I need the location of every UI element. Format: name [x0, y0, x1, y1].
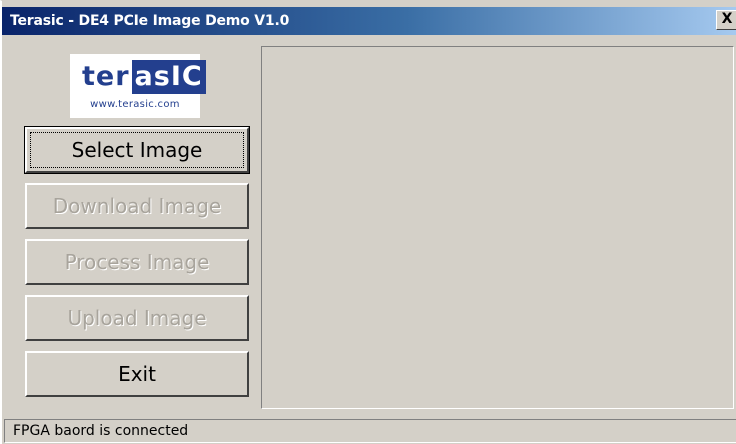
process-image-button[interactable]: Process Image	[25, 239, 249, 285]
process-image-label: Process Image	[64, 250, 210, 274]
status-bar: FPGA baord is connected	[4, 419, 736, 443]
select-image-button[interactable]: Select Image	[24, 126, 250, 174]
exit-label: Exit	[118, 362, 156, 386]
app-window: Terasic - DE4 PCIe Image Demo V1.0 X ter…	[0, 0, 736, 444]
exit-button[interactable]: Exit	[25, 351, 249, 397]
window-title: Terasic - DE4 PCIe Image Demo V1.0	[10, 13, 290, 29]
select-image-label: Select Image	[71, 138, 203, 162]
upload-image-label: Upload Image	[67, 306, 207, 330]
status-text: FPGA baord is connected	[13, 423, 189, 439]
logo-text-asic: asIC	[131, 60, 206, 94]
close-button[interactable]: X	[716, 10, 736, 30]
upload-image-button[interactable]: Upload Image	[25, 295, 249, 341]
logo-url: www.terasic.com	[90, 99, 180, 110]
download-image-label: Download Image	[52, 194, 222, 218]
image-preview-panel	[261, 46, 734, 409]
logo-text-ter: ter	[82, 61, 130, 92]
terasic-logo: ter asIC www.terasic.com	[70, 54, 206, 118]
logo-wordmark: ter asIC	[82, 60, 206, 94]
download-image-button[interactable]: Download Image	[25, 183, 249, 229]
title-bar[interactable]: Terasic - DE4 PCIe Image Demo V1.0	[2, 7, 736, 35]
